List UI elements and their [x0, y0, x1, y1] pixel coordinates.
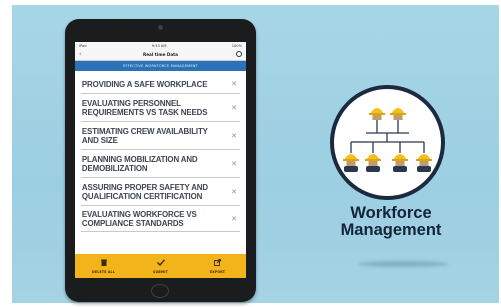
submit-button[interactable]: SUBMIT — [132, 254, 189, 278]
remove-x-icon[interactable]: ✕ — [231, 188, 237, 196]
brand-title: Workforce Management — [316, 205, 466, 239]
back-arrow-icon[interactable]: ‹ — [79, 50, 82, 58]
list-item[interactable]: EVALUATING WORKFORCE VS COMPLIANCE STAND… — [81, 206, 240, 232]
list-item[interactable]: ESTIMATING CREW AVAILABILITY AND SIZE ✕ — [81, 122, 240, 150]
export-button[interactable]: EXPORT — [189, 254, 246, 278]
person-icon — [343, 154, 359, 172]
export-label: EXPORT — [209, 269, 226, 274]
person-icon — [390, 108, 406, 120]
brand-line-1: Workforce — [350, 204, 432, 222]
list-item-label: ESTIMATING CREW AVAILABILITY AND SIZE — [81, 126, 208, 145]
brand-line-2: Management — [340, 221, 442, 239]
person-icon — [369, 108, 385, 120]
status-battery: 100% — [231, 43, 242, 48]
list-item-label: EVALUATING WORKFORCE VS COMPLIANCE STAND… — [81, 209, 197, 228]
settings-icon[interactable] — [236, 51, 242, 57]
person-icon — [416, 154, 432, 172]
task-list: PROVIDING A SAFE WORKPLACE ✕ EVALUATING … — [75, 71, 246, 232]
bottom-toolbar: DELETE ALL SUBMIT EXPORT — [75, 254, 246, 278]
list-item-label: ASSURING PROPER SAFETY AND QUALIFICATION… — [81, 182, 208, 201]
section-title: EFFECTIVE WORKFORCE MANAGEMENT — [123, 64, 198, 68]
trash-icon — [100, 259, 107, 268]
remove-x-icon[interactable]: ✕ — [231, 104, 237, 112]
delete-all-button[interactable]: DELETE ALL — [75, 254, 132, 278]
list-item[interactable]: EVALUATING PERSONNEL REQUIREMENTS VS TAS… — [81, 94, 240, 122]
list-item-label: PROVIDING A SAFE WORKPLACE — [81, 78, 208, 89]
list-item-label: PLANNING MOBILIZATION AND DEMOBILIZATION — [81, 154, 198, 173]
list-item[interactable]: PLANNING MOBILIZATION AND DEMOBILIZATION… — [81, 150, 240, 178]
remove-x-icon[interactable]: ✕ — [231, 80, 237, 88]
status-bar: iPad 9:53 AM 100% — [75, 42, 246, 49]
delete-all-label: DELETE ALL — [91, 269, 116, 274]
tablet-device: iPad 9:53 AM 100% ‹ Real time Data EFFEC… — [65, 19, 256, 302]
person-icon — [365, 154, 381, 172]
remove-x-icon[interactable]: ✕ — [231, 160, 237, 168]
home-button[interactable] — [151, 284, 169, 298]
status-time: 9:53 AM — [151, 43, 167, 48]
nav-title: Real time Data — [142, 52, 178, 57]
list-item[interactable]: ASSURING PROPER SAFETY AND QUALIFICATION… — [81, 178, 240, 206]
logo-shadow — [358, 261, 448, 267]
checkmark-icon — [156, 258, 165, 268]
person-icon — [392, 154, 408, 172]
tablet-screen: iPad 9:53 AM 100% ‹ Real time Data EFFEC… — [75, 42, 246, 278]
remove-x-icon[interactable]: ✕ — [231, 132, 237, 140]
nav-bar: ‹ Real time Data — [75, 49, 246, 61]
submit-label: SUBMIT — [152, 269, 169, 274]
list-item-label: EVALUATING PERSONNEL REQUIREMENTS VS TAS… — [81, 98, 208, 117]
remove-x-icon[interactable]: ✕ — [231, 215, 237, 223]
status-carrier: iPad — [79, 43, 87, 48]
export-icon — [214, 258, 221, 268]
org-chart-graphic — [343, 108, 432, 172]
section-header: EFFECTIVE WORKFORCE MANAGEMENT — [75, 61, 246, 71]
camera-icon — [158, 25, 163, 30]
list-item[interactable]: PROVIDING A SAFE WORKPLACE ✕ — [81, 75, 240, 94]
org-chart-icon — [330, 85, 445, 200]
